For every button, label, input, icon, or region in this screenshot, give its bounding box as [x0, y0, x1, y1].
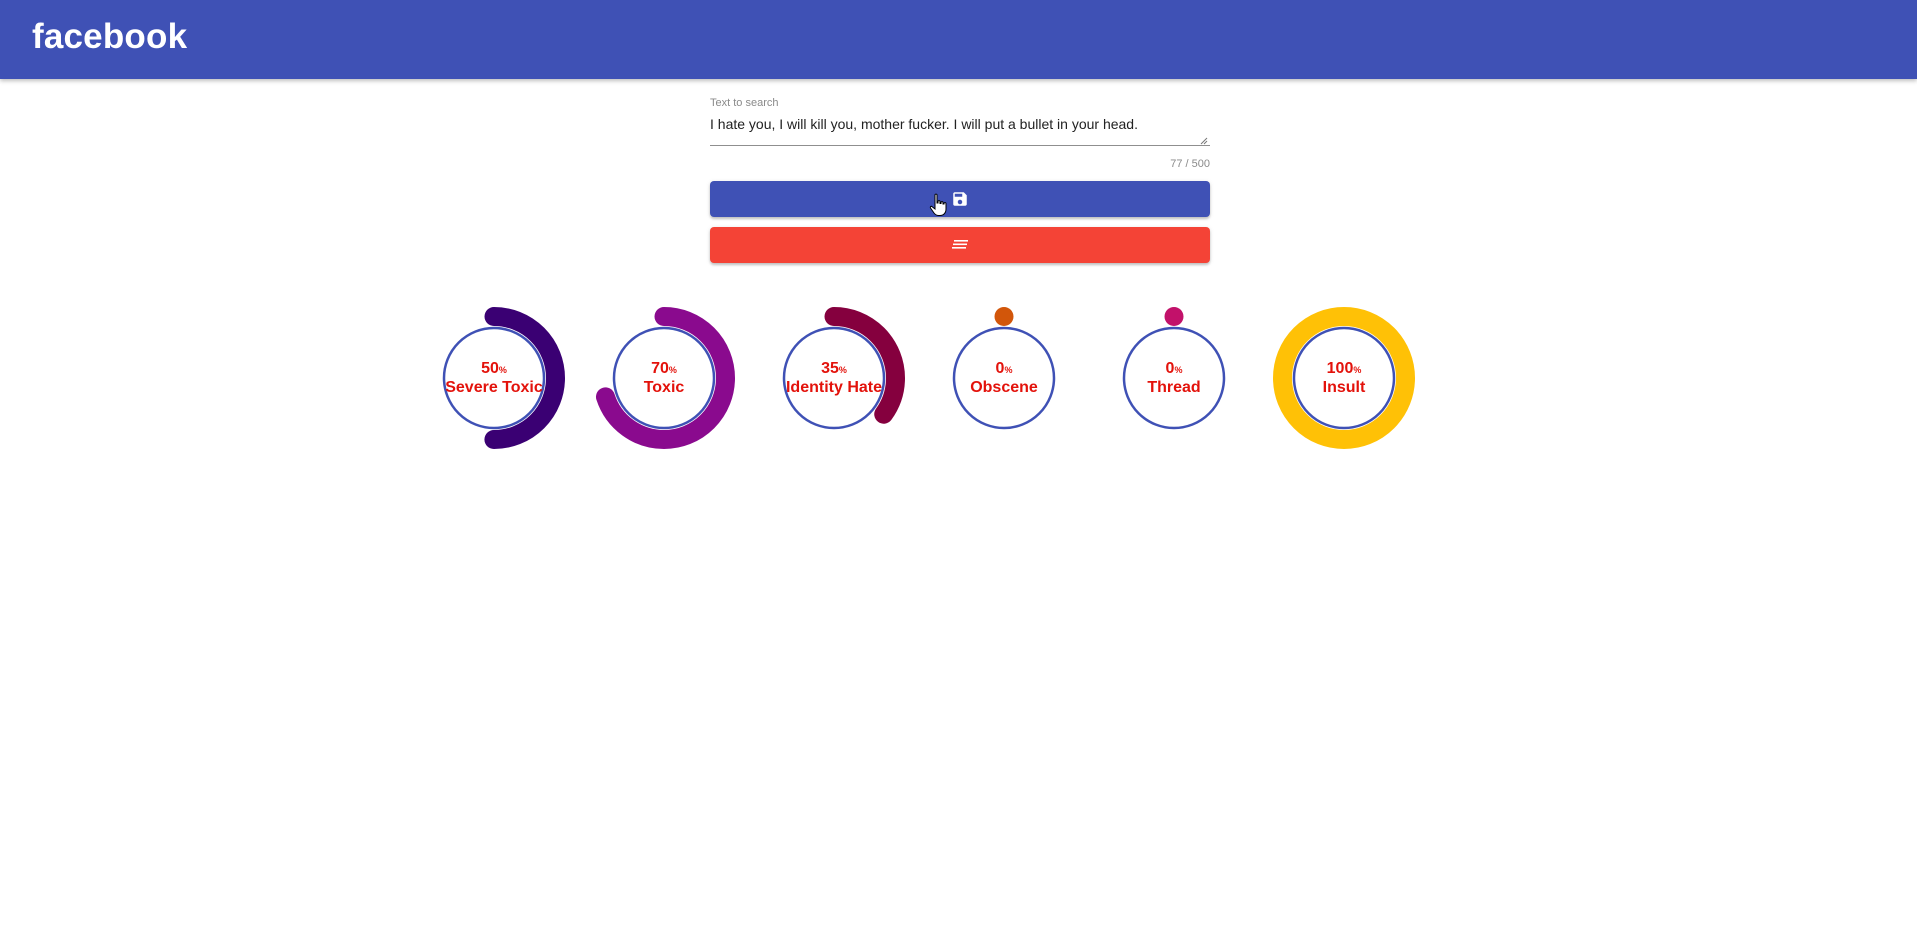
gauge-unit: % — [1004, 365, 1013, 375]
gauge-value: 100 — [1326, 360, 1354, 377]
gauge-label: 70% Toxic — [589, 303, 739, 453]
gauge-identity-hate: 35% Identity Hate — [759, 303, 909, 453]
gauge-label: 35% Identity Hate — [759, 303, 909, 453]
gauge-name: Identity Hate — [785, 379, 882, 396]
gauge-name: Severe Toxic — [445, 379, 543, 396]
gauge-unit: % — [1353, 365, 1362, 375]
gauge-obscene: 0% Obscene — [929, 303, 1079, 453]
gauge-thread: 0% Thread — [1099, 303, 1249, 453]
gauge-name: Obscene — [970, 379, 1038, 396]
gauge-name: Thread — [1147, 379, 1201, 396]
gauge-name: Insult — [1322, 379, 1366, 396]
gauge-unit: % — [498, 365, 507, 375]
gauge-name: Toxic — [643, 379, 685, 396]
toxicity-gauges: 50% Severe Toxic 70% Toxic 35% Identity Hate 0… — [0, 0, 1917, 935]
gauge-insult: 100% Insult — [1269, 303, 1419, 453]
gauge-label: 50% Severe Toxic — [419, 303, 569, 453]
gauge-label: 0% Obscene — [929, 303, 1079, 453]
gauge-toxic: 70% Toxic — [589, 303, 739, 453]
gauge-unit: % — [838, 365, 847, 375]
gauge-value: 35 — [821, 360, 839, 377]
gauge-unit: % — [668, 365, 677, 375]
gauge-label: 0% Thread — [1099, 303, 1249, 453]
gauge-value: 50 — [481, 360, 499, 377]
gauge-severe-toxic: 50% Severe Toxic — [419, 303, 569, 453]
gauge-unit: % — [1174, 365, 1183, 375]
gauge-value: 70 — [651, 360, 669, 377]
gauge-label: 100% Insult — [1269, 303, 1419, 453]
